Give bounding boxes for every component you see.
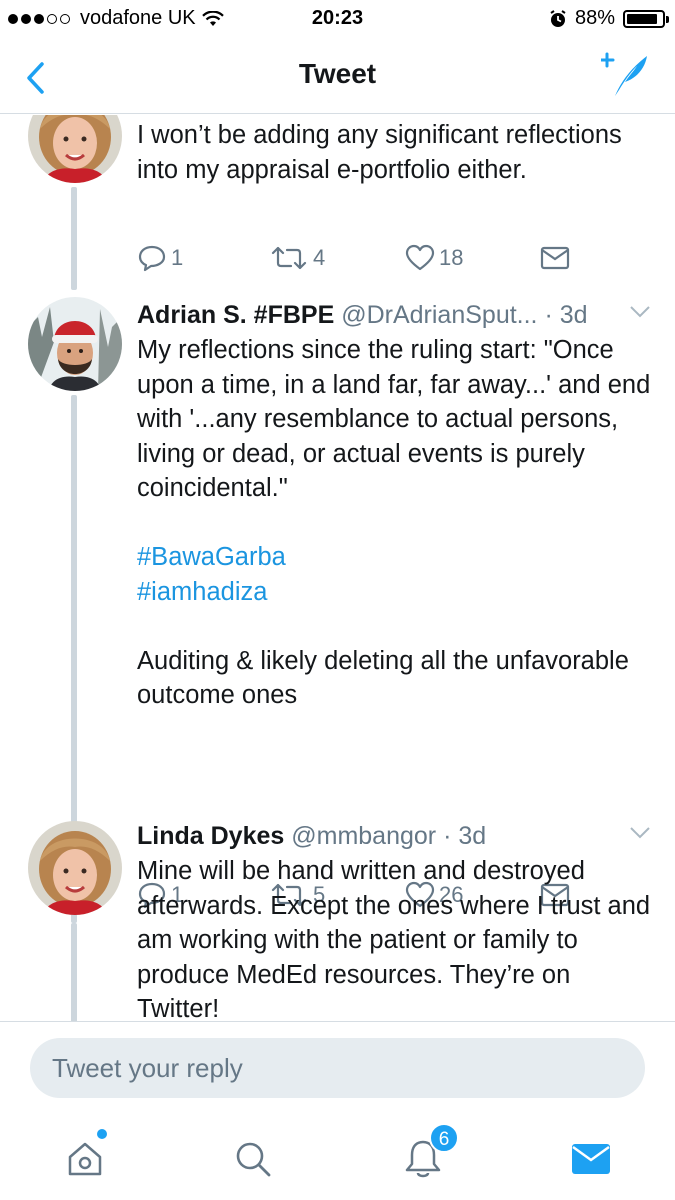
tweet-paragraph: My reflections since the ruling start: "… (137, 336, 651, 502)
chevron-down-icon[interactable] (629, 826, 651, 840)
like-button[interactable]: 18 (405, 240, 463, 276)
thread-line (71, 187, 77, 290)
tweet-actions: 1 4 18 (137, 240, 577, 276)
battery-percent: 88% (574, 7, 615, 29)
tweet-header: Adrian S. #FBPE @DrAdrianSput... · 3d (137, 297, 655, 333)
new-content-dot (97, 1129, 107, 1139)
retweet-count: 4 (313, 245, 326, 270)
author-handle[interactable]: @mmbangor (291, 822, 436, 850)
battery-fill (627, 13, 657, 24)
notifications-badge: 6 (429, 1123, 459, 1153)
chevron-down-icon[interactable] (629, 305, 651, 319)
thread-line (71, 923, 77, 1021)
reply-button[interactable]: 1 (137, 240, 183, 276)
tweet-paragraph: I won’t be adding any significant reflec… (137, 121, 622, 184)
tab-notifications[interactable]: 6 (383, 1117, 463, 1200)
tweet-body: Adrian S. #FBPE @DrAdrianSput... · 3d My… (137, 297, 655, 713)
hashtag-link[interactable]: #iamhadiza (137, 575, 655, 610)
tab-home[interactable] (45, 1117, 125, 1200)
home-icon (68, 1142, 102, 1175)
avatar[interactable] (28, 115, 122, 183)
tab-bar: 6 (0, 1117, 675, 1200)
author-handle[interactable]: @DrAdrianSput... (341, 301, 537, 329)
page-title: Tweet (298, 58, 377, 89)
reply-input[interactable] (30, 1038, 645, 1098)
tab-messages[interactable] (551, 1117, 631, 1200)
hashtag-link[interactable]: #BawaGarba (137, 540, 655, 575)
search-icon (236, 1142, 271, 1176)
avatar-image (28, 297, 122, 391)
tweet-text: I won’t be adding any significant reflec… (137, 118, 655, 187)
envelope-icon (572, 1143, 610, 1174)
tweet-text: My reflections since the ruling start: "… (137, 333, 655, 713)
retweet-button[interactable]: 4 (269, 240, 325, 276)
avatar-image (28, 821, 122, 915)
tweet-body: I won’t be adding any significant reflec… (137, 118, 655, 187)
direct-message-button[interactable] (540, 240, 570, 276)
tweet-timestamp: · 3d (544, 301, 588, 329)
status-bar: vodafone UK 20:23 88% (0, 0, 675, 38)
reply-count: 1 (171, 245, 184, 270)
alarm-clock-icon (550, 9, 566, 27)
tweet-thread: I won’t be adding any significant reflec… (0, 115, 675, 1021)
battery-icon (623, 9, 669, 28)
tweet-timestamp: · 3d (443, 822, 487, 850)
tweet-paragraph: Auditing & likely deleting all the unfav… (137, 646, 629, 710)
compose-tweet-icon[interactable] (601, 52, 651, 98)
envelope-icon (540, 246, 570, 270)
author-name[interactable]: Adrian S. #FBPE (137, 301, 334, 329)
reply-bar (0, 1021, 675, 1117)
tweet-body: Linda Dykes @mmbangor · 3d Mine will be … (137, 818, 655, 1021)
retweet-icon (271, 246, 307, 270)
tweet-paragraph: Mine will be hand written and destroyed … (137, 857, 651, 1021)
status-right: 88% (549, 7, 669, 30)
like-count: 18 (439, 245, 464, 270)
avatar-image (28, 115, 122, 183)
tab-search[interactable] (213, 1117, 293, 1200)
navigation-bar: Tweet (0, 38, 675, 114)
tweet-header: Linda Dykes @mmbangor · 3d (137, 818, 655, 854)
reply-icon (138, 245, 166, 272)
heart-icon (405, 244, 435, 271)
avatar[interactable] (28, 821, 122, 915)
avatar[interactable] (28, 297, 122, 391)
tweet-text: Mine will be hand written and destroyed … (137, 854, 655, 1021)
author-name[interactable]: Linda Dykes (137, 822, 284, 850)
